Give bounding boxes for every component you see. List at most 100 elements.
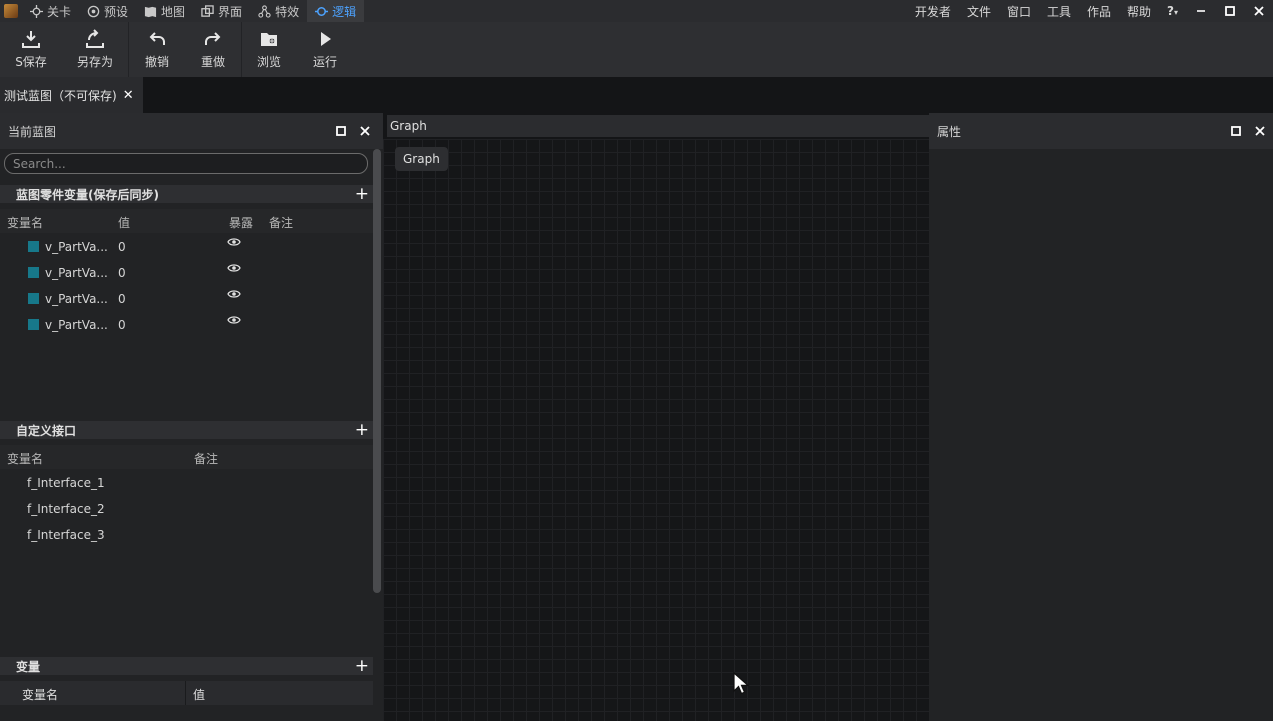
tab-level[interactable]: 关卡 [22, 0, 79, 22]
interface-name: f_Interface_3 [27, 528, 105, 542]
window-icon [201, 4, 214, 17]
minimize-button[interactable] [1186, 0, 1215, 22]
document-tab-bar: 测试蓝图（不可保存) ✕ [0, 77, 1273, 113]
eye-icon[interactable] [227, 289, 241, 299]
help-question-icon[interactable]: ?▾ [1159, 4, 1186, 18]
interface-row[interactable]: f_Interface_2 [0, 496, 373, 522]
col-value: 值 [118, 216, 131, 230]
tab-preset-label: 预设 [104, 4, 129, 19]
close-window-button[interactable] [1244, 0, 1273, 22]
var-value[interactable]: 0 [118, 266, 126, 280]
run-button[interactable]: 运行 [296, 22, 354, 77]
col-name: 变量名 [22, 688, 59, 702]
graph-panel: Graph Graph [383, 113, 929, 721]
interface-name: f_Interface_1 [27, 476, 105, 490]
menu-developer[interactable]: 开发者 [907, 3, 959, 20]
redo-button[interactable]: 重做 [185, 22, 241, 77]
undo-button[interactable]: 撤销 [129, 22, 185, 77]
undo-icon [149, 32, 165, 45]
document-tab-label: 测试蓝图（不可保存) [4, 88, 117, 103]
document-tab[interactable]: 测试蓝图（不可保存) ✕ [0, 77, 143, 113]
part-vars-section-header: 蓝图零件变量(保存后同步) + [0, 185, 373, 203]
blueprint-panel-header: 当前蓝图 [0, 113, 383, 149]
var-type-swatch [28, 319, 39, 330]
part-vars-column-header: 变量名 值 暴露 备注 [0, 209, 373, 233]
browse-folder-icon [261, 33, 277, 46]
col-value: 值 [193, 688, 206, 702]
logic-link-icon [315, 6, 329, 16]
variables-section-header: 变量 + [0, 657, 373, 675]
add-variable-button[interactable]: + [355, 657, 369, 675]
interfaces-title: 自定义接口 [16, 423, 77, 438]
tab-ui[interactable]: 界面 [193, 0, 250, 22]
app-logo-icon[interactable] [0, 0, 22, 22]
browse-button[interactable]: 浏览 [242, 22, 296, 77]
sparkle-icon [258, 4, 271, 18]
save-button[interactable]: S保存 [0, 22, 62, 77]
graph-breadcrumb[interactable]: Graph [395, 147, 448, 171]
var-value[interactable]: 0 [118, 318, 126, 332]
menu-file[interactable]: 文件 [959, 3, 999, 20]
tab-logic[interactable]: 逻辑 [307, 0, 365, 22]
maximize-panel-button[interactable] [334, 124, 348, 138]
part-var-row[interactable]: v_PartVa... 0 [0, 286, 373, 312]
properties-panel-header: 属性 [929, 113, 1273, 149]
close-panel-button[interactable] [358, 124, 372, 138]
menu-works[interactable]: 作品 [1079, 3, 1119, 20]
maximize-icon [1231, 126, 1241, 136]
var-value[interactable]: 0 [118, 240, 126, 254]
redo-icon [205, 32, 221, 45]
part-var-row[interactable]: v_PartVa... 0 [0, 234, 373, 260]
undo-label: 撤销 [144, 55, 169, 69]
map-icon [144, 6, 157, 17]
menu-help[interactable]: 帮助 [1119, 3, 1159, 20]
col-name: 变量名 [7, 452, 44, 466]
graph-panel-title: Graph [390, 119, 427, 133]
tab-effects-label: 特效 [275, 4, 300, 19]
part-var-row[interactable]: v_PartVa... 0 [0, 312, 373, 338]
graph-canvas[interactable]: Graph [383, 139, 929, 721]
tab-preset[interactable]: 预设 [79, 0, 136, 22]
var-name: v_PartVa... [45, 292, 108, 306]
left-panel-scrollbar[interactable] [373, 149, 381, 593]
col-note: 备注 [269, 216, 294, 230]
eye-icon[interactable] [227, 237, 241, 247]
variables-title: 变量 [16, 659, 41, 674]
eye-icon[interactable] [227, 315, 241, 325]
variables-column-header: 变量名 值 [0, 681, 373, 705]
properties-panel: 属性 [929, 113, 1273, 721]
menu-tools[interactable]: 工具 [1039, 3, 1079, 20]
var-value[interactable]: 0 [118, 292, 126, 306]
save-as-button[interactable]: 另存为 [62, 22, 128, 77]
var-type-swatch [28, 293, 39, 304]
menu-window[interactable]: 窗口 [999, 3, 1039, 20]
toolbar: S保存 另存为 撤销 重做 浏览 运行 [0, 22, 1273, 77]
var-name: v_PartVa... [45, 266, 108, 280]
menu-right: 开发者 文件 窗口 工具 作品 帮助 ?▾ [907, 0, 1273, 22]
var-name: v_PartVa... [45, 240, 108, 254]
tab-map[interactable]: 地图 [136, 0, 193, 22]
mouse-cursor-icon [733, 672, 750, 695]
tab-logic-label: 逻辑 [332, 4, 357, 19]
menu-bar: 关卡 预设 地图 界面 特效 逻辑 开发者 文件 窗口 工具 作品 帮助 ?▾ [0, 0, 1273, 22]
interface-row[interactable]: f_Interface_1 [0, 470, 373, 496]
maximize-panel-button[interactable] [1229, 124, 1243, 138]
col-exposed: 暴露 [229, 216, 254, 230]
part-vars-title: 蓝图零件变量(保存后同步) [16, 187, 159, 202]
col-note: 备注 [194, 452, 219, 466]
interface-name: f_Interface_2 [27, 502, 105, 516]
search-input[interactable] [4, 153, 368, 174]
redo-label: 重做 [200, 55, 225, 69]
tab-effects[interactable]: 特效 [250, 0, 307, 22]
add-interface-button[interactable]: + [355, 421, 369, 439]
graph-breadcrumb-label: Graph [403, 152, 440, 166]
eye-icon[interactable] [227, 263, 241, 273]
close-tab-icon[interactable]: ✕ [123, 88, 134, 103]
interface-row[interactable]: f_Interface_3 [0, 522, 373, 548]
save-download-icon [22, 31, 40, 48]
close-panel-button[interactable] [1253, 124, 1267, 138]
part-var-row[interactable]: v_PartVa... 0 [0, 260, 373, 286]
add-part-var-button[interactable]: + [355, 185, 369, 203]
maximize-button[interactable] [1215, 0, 1244, 22]
tab-map-label: 地图 [161, 4, 186, 19]
